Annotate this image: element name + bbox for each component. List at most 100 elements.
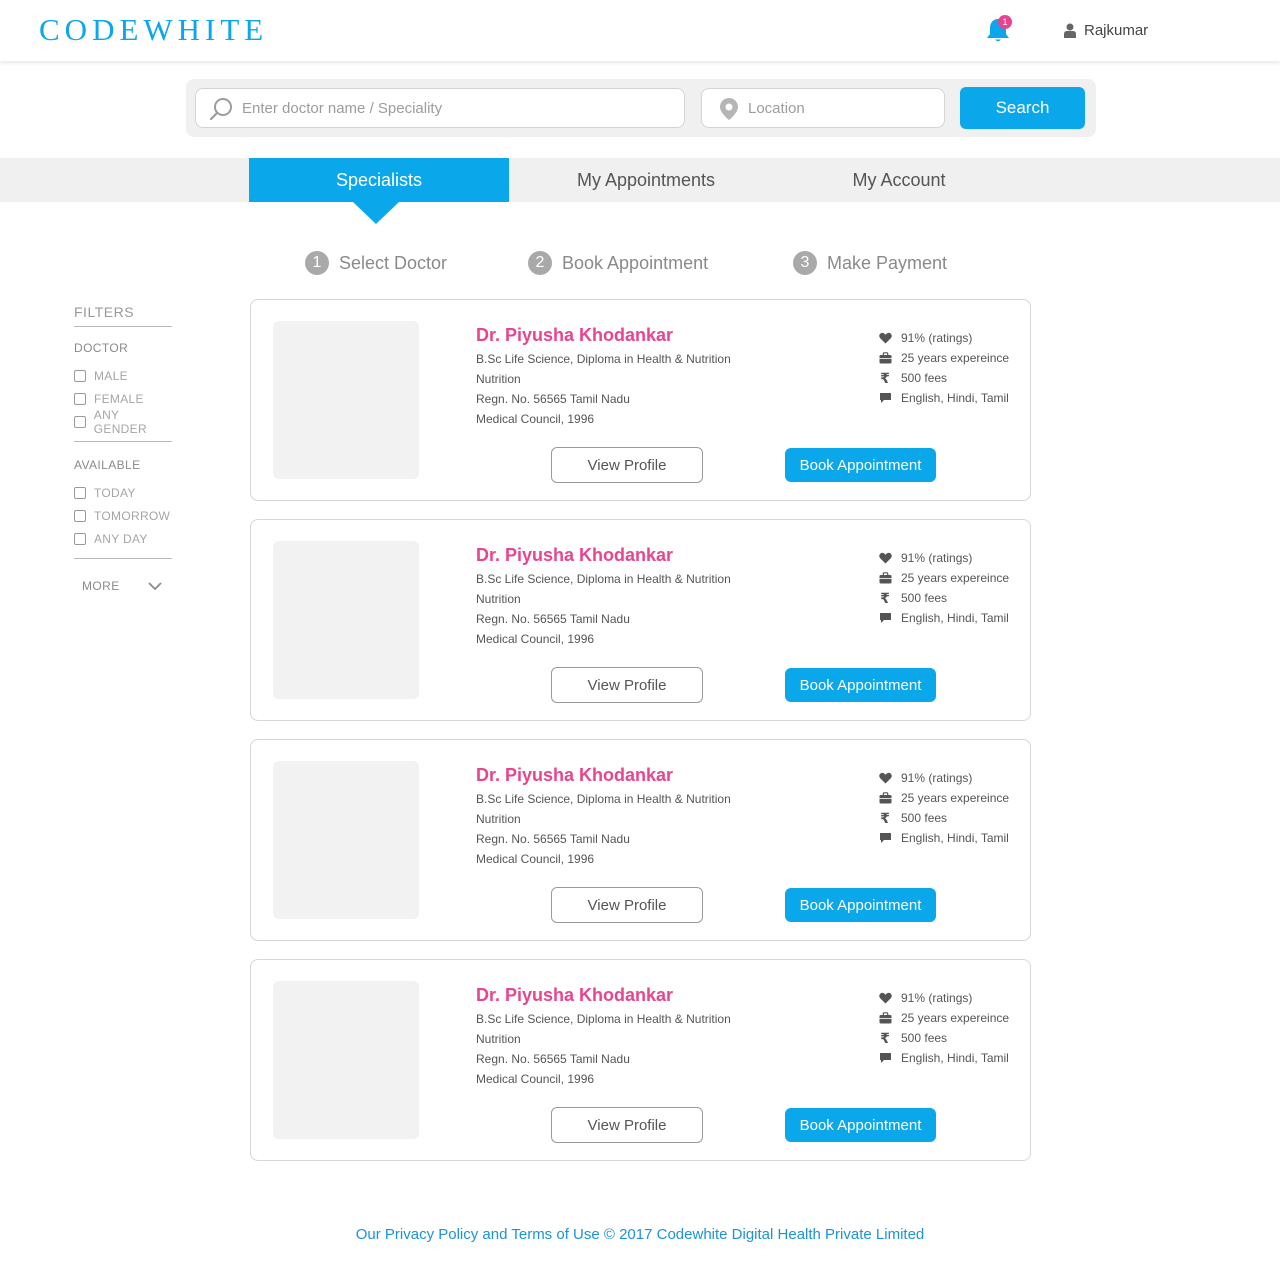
notification-badge: 1 [998, 15, 1012, 29]
doctor-detail-line: Nutrition [476, 372, 521, 386]
doctor-ratings-text: 91% (ratings) [901, 991, 973, 1005]
doctor-languages-text: English, Hindi, Tamil [901, 611, 1009, 625]
briefcase-icon [878, 1011, 892, 1025]
footer: Our Privacy Policy and Terms of Use © 20… [0, 1226, 1280, 1243]
checkbox[interactable] [74, 532, 86, 545]
doctor-experience: 25 years expereince [878, 568, 1009, 588]
chevron-down-icon [147, 581, 162, 590]
book-appointment-button[interactable]: Book Appointment [785, 448, 936, 482]
view-profile-button[interactable]: View Profile [551, 1107, 703, 1143]
doctor-languages: English, Hindi, Tamil [878, 388, 1009, 408]
user-icon [1064, 23, 1076, 38]
filter-any-gender[interactable]: ANY GENDER [74, 407, 174, 436]
doctor-languages-text: English, Hindi, Tamil [901, 831, 1009, 845]
search-icon [209, 98, 232, 121]
doctor-fees-text: 500 fees [901, 591, 948, 605]
doctor-fees: ₹500 fees [878, 1028, 947, 1048]
doctor-ratings-text: 91% (ratings) [901, 331, 973, 345]
heart-icon [878, 331, 892, 345]
doctor-experience-text: 25 years expereince [901, 1011, 1010, 1025]
doctor-fees: ₹500 fees [878, 588, 947, 608]
doctor-languages: English, Hindi, Tamil [878, 1048, 1009, 1068]
filter-tomorrow[interactable]: TOMORROW [74, 504, 174, 527]
tab-my-account[interactable]: My Account [790, 158, 1008, 202]
book-appointment-button[interactable]: Book Appointment [785, 1108, 936, 1142]
filter-any-day[interactable]: ANY DAY [74, 527, 174, 550]
step-number: 1 [305, 251, 329, 275]
checkbox[interactable] [74, 369, 86, 382]
doctor-ratings: 91% (ratings) [878, 768, 972, 788]
doctor-experience: 25 years expereince [878, 1008, 1009, 1028]
filter-label: FEMALE [94, 391, 144, 406]
active-tab-pointer [353, 202, 399, 224]
doctor-detail-line: Nutrition [476, 812, 521, 826]
doctor-ratings-text: 91% (ratings) [901, 771, 973, 785]
doctor-detail-line: Regn. No. 56565 Tamil Nadu [476, 612, 630, 626]
book-appointment-button[interactable]: Book Appointment [785, 668, 936, 702]
doctor-detail-line: Medical Council, 1996 [476, 1072, 595, 1086]
filter-today[interactable]: TODAY [74, 481, 174, 504]
heart-icon [878, 991, 892, 1005]
book-appointment-button[interactable]: Book Appointment [785, 888, 936, 922]
heart-icon [878, 551, 892, 565]
search-button[interactable]: Search [960, 87, 1085, 129]
checkbox[interactable] [74, 392, 86, 405]
doctor-languages: English, Hindi, Tamil [878, 828, 1009, 848]
view-profile-button[interactable]: View Profile [551, 887, 703, 923]
doctor-name[interactable]: Dr. Piyusha Khodankar [476, 545, 673, 566]
doctor-experience-text: 25 years expereince [901, 791, 1010, 805]
doctor-languages-text: English, Hindi, Tamil [901, 391, 1009, 405]
speech-bubble-icon [878, 611, 892, 625]
doctor-photo [273, 321, 419, 479]
doctor-detail-line: B.Sc Life Science, Diploma in Health & N… [476, 792, 731, 806]
more-filters-toggle[interactable]: MORE [82, 579, 174, 593]
checkbox[interactable] [74, 415, 86, 428]
user-menu[interactable]: Rajkumar [1064, 20, 1148, 40]
checkbox[interactable] [74, 509, 86, 522]
tab-specialists[interactable]: Specialists [249, 158, 509, 202]
filter-label: ANY GENDER [93, 407, 147, 436]
doctor-experience-text: 25 years expereince [901, 571, 1010, 585]
tab-my-appointments[interactable]: My Appointments [520, 158, 772, 202]
doctor-fees-text: 500 fees [901, 1031, 948, 1045]
doctor-ratings: 91% (ratings) [878, 548, 972, 568]
location-input[interactable] [748, 89, 938, 127]
filters-title: FILTERS [74, 304, 172, 327]
filter-label: TOMORROW [94, 508, 171, 523]
doctor-languages: English, Hindi, Tamil [878, 608, 1009, 628]
doctor-name[interactable]: Dr. Piyusha Khodankar [476, 325, 673, 346]
view-profile-button[interactable]: View Profile [551, 667, 703, 703]
doctor-card: Dr. Piyusha Khodankar B.Sc Life Science, … [250, 519, 1031, 721]
location-pin-icon [720, 98, 738, 120]
doctor-search-input[interactable] [242, 89, 672, 127]
step-number: 3 [793, 251, 817, 275]
view-profile-button[interactable]: View Profile [551, 447, 703, 483]
doctor-detail-line: B.Sc Life Science, Diploma in Health & N… [476, 572, 731, 586]
rupee-icon: ₹ [880, 369, 890, 386]
briefcase-icon [878, 791, 892, 805]
filter-group-available-title: AVAILABLE [74, 458, 141, 472]
filter-divider [74, 558, 172, 559]
step-book-appointment: 2 Book Appointment [528, 250, 708, 276]
doctor-name[interactable]: Dr. Piyusha Khodankar [476, 765, 673, 786]
checkbox[interactable] [74, 486, 86, 499]
doctor-ratings: 91% (ratings) [878, 988, 972, 1008]
doctor-name[interactable]: Dr. Piyusha Khodankar [476, 985, 673, 1006]
doctor-search-field [195, 88, 685, 128]
doctor-detail-line: Medical Council, 1996 [476, 632, 595, 646]
doctor-fees: ₹500 fees [878, 808, 947, 828]
filter-label: MALE [94, 368, 128, 383]
user-name: Rajkumar [1084, 21, 1149, 39]
doctor-detail-line: Regn. No. 56565 Tamil Nadu [476, 392, 630, 406]
footer-text[interactable]: Our Privacy Policy and Terms of Use © 20… [356, 1226, 925, 1243]
logo[interactable]: CODEWHITE [39, 12, 268, 48]
filter-male[interactable]: MALE [74, 364, 174, 387]
step-label: Book Appointment [562, 252, 709, 273]
step-select-doctor: 1 Select Doctor [305, 250, 447, 276]
rupee-icon: ₹ [880, 809, 890, 826]
filter-divider [74, 441, 172, 442]
doctor-ratings: 91% (ratings) [878, 328, 972, 348]
heart-icon [878, 771, 892, 785]
doctor-detail-line: Medical Council, 1996 [476, 852, 595, 866]
doctor-detail-line: Medical Council, 1996 [476, 412, 595, 426]
